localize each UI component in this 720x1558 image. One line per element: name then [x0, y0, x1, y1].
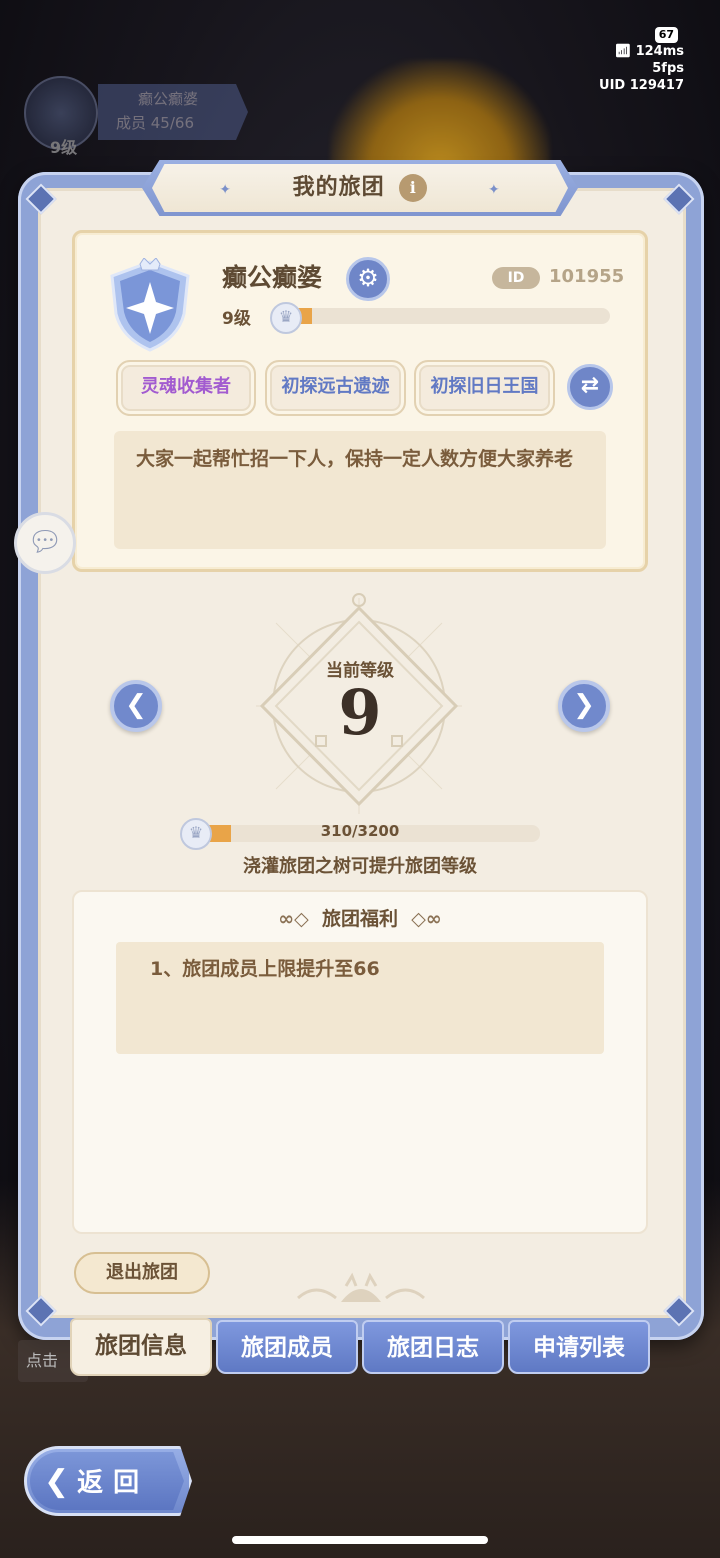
current-level: 9	[338, 676, 382, 749]
back-button-label[interactable]: ❮ 返回	[44, 1462, 174, 1499]
tab-guild-members[interactable]: 旅团成员	[216, 1320, 358, 1374]
crown-icon: ♛	[270, 302, 302, 334]
panel-title: ✦ 我的旅团 i ✦	[152, 164, 568, 212]
gear-icon: ⚙	[357, 264, 379, 292]
id-badge: ID	[492, 267, 540, 289]
guild-id: 101955	[549, 266, 625, 287]
prev-level-button[interactable]: ❮	[110, 680, 162, 732]
tab-guild-log[interactable]: 旅团日志	[362, 1320, 504, 1374]
benefits-title: 旅团福利	[321, 908, 398, 930]
cat-ornament-icon	[297, 1272, 425, 1302]
benefits-heading: ∞◇ 旅团福利 ◇∞	[72, 904, 648, 931]
crown-icon: ♛	[180, 818, 212, 850]
info-icon[interactable]: i	[399, 174, 428, 202]
tag-ancient-ruins[interactable]: 初探远古遗迹	[265, 360, 406, 416]
guild-shield-icon	[110, 258, 190, 352]
tag-label: 初探旧日王国	[430, 376, 539, 397]
tag-label: 灵魂收集者	[141, 376, 231, 397]
chat-icon: 💬︎	[27, 525, 63, 558]
chat-button[interactable]: 💬︎	[14, 512, 76, 574]
benefits-list: 1、旅团成员上限提升至66	[116, 942, 604, 1054]
leave-guild-button[interactable]: 退出旅团	[74, 1252, 210, 1294]
background-guild-plate: 癫公癫婆 成员 45/66 9级	[8, 72, 248, 162]
swap-icon: ⇄	[580, 373, 600, 398]
tab-application-list[interactable]: 申请列表	[508, 1320, 650, 1374]
settings-button[interactable]: ⚙	[346, 257, 390, 301]
arrow-left-icon: ❮	[125, 690, 147, 720]
uid-text: UID 129417	[599, 78, 684, 93]
home-indicator[interactable]	[232, 1536, 488, 1544]
guild-name: 癫公癫婆	[222, 263, 323, 292]
benefit-item: 1、旅团成员上限提升至66	[150, 958, 380, 980]
background-guild-name: 癫公癫婆	[138, 90, 199, 108]
ornament-icon: ◇∞	[411, 908, 442, 930]
battery-indicator: 67	[654, 27, 678, 43]
tag-label: 初探远古遗迹	[281, 376, 390, 397]
xp-value: 310/3200	[320, 822, 400, 840]
fps-text: 5fps	[652, 61, 684, 76]
guild-level-progress	[290, 308, 610, 324]
panel-title-text: 我的旅团	[292, 175, 385, 200]
sparkle-icon: ✦	[219, 182, 233, 198]
tab-guild-info[interactable]: 旅团信息	[70, 1318, 212, 1376]
guild-level: 9级	[222, 309, 251, 329]
status-overlay: 67 📶︎ 124ms 5fps UID 129417	[572, 26, 684, 94]
latency-text: 124ms	[635, 44, 684, 59]
swap-tags-button[interactable]: ⇄	[567, 364, 613, 410]
xp-hint: 浇灌旅团之树可提升旅团等级	[243, 856, 477, 877]
tag-old-kingdom[interactable]: 初探旧日王国	[414, 360, 555, 416]
background-guild-members: 成员 45/66	[116, 114, 194, 132]
back-chevron-icon: ❮	[44, 1464, 70, 1499]
wifi-icon: 📶︎	[614, 44, 632, 59]
sparkle-icon: ✦	[487, 182, 501, 198]
guild-description: 大家一起帮忙招一下人，保持一定人数方便大家养老	[114, 431, 606, 549]
next-level-button[interactable]: ❯	[558, 680, 610, 732]
arrow-right-icon: ❯	[573, 690, 595, 720]
background-guild-level: 9级	[50, 138, 78, 157]
tag-soul-collector[interactable]: 灵魂收集者	[116, 360, 256, 416]
ornament-icon: ∞◇	[278, 908, 309, 930]
